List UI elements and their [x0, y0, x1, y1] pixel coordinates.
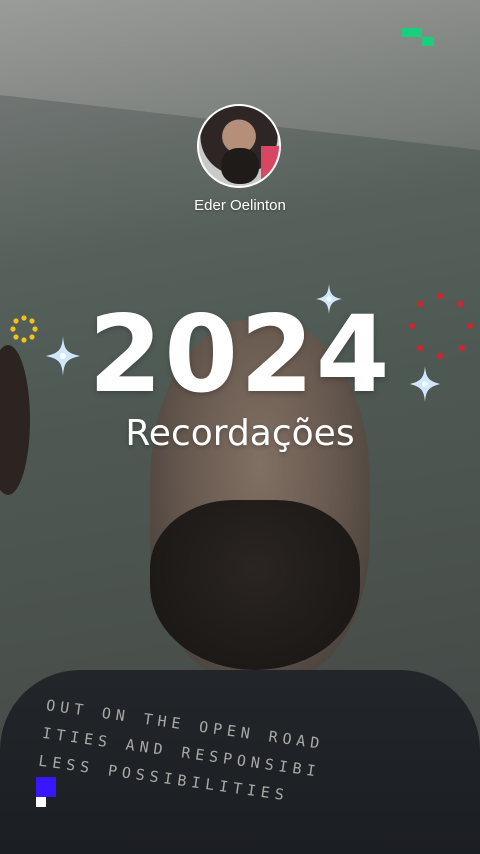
- sparkle-icon-right: [410, 366, 440, 402]
- sparkle-icon-left: [46, 336, 80, 376]
- brand-mark-icon: [402, 28, 434, 46]
- gold-dots-icon: [10, 315, 38, 343]
- avatar-beard: [221, 148, 259, 184]
- person-beard: [150, 500, 360, 670]
- memories-subtitle: Recordações: [125, 413, 355, 454]
- avatar-accent: [261, 146, 279, 186]
- red-dots-icon: [409, 293, 473, 359]
- sparkle-icon-top: [316, 284, 342, 314]
- profile-name[interactable]: Eder Oelinton: [0, 197, 480, 214]
- avatar[interactable]: [197, 104, 281, 188]
- square-mark-icon: [36, 777, 56, 807]
